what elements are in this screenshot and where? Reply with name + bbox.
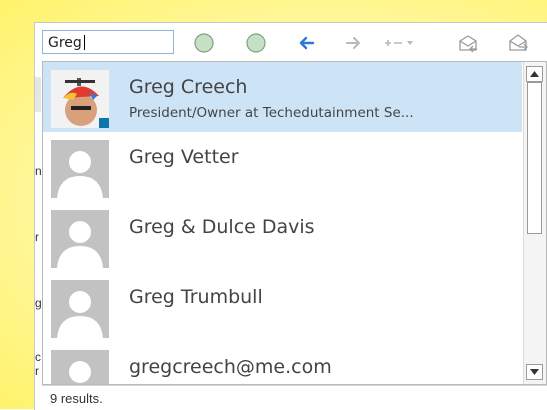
linkedin-badge-icon bbox=[99, 118, 109, 128]
scroll-up-button[interactable] bbox=[526, 66, 543, 82]
person-placeholder-icon bbox=[51, 350, 109, 384]
dash-dropdown-icon[interactable] bbox=[382, 31, 416, 55]
contact-name: Greg Vetter bbox=[129, 146, 239, 168]
contact-title: President/Owner at Techedutainment Se... bbox=[129, 105, 414, 121]
caret-down-icon bbox=[530, 369, 539, 375]
text-caret bbox=[83, 35, 85, 50]
envelope-open-icon[interactable] bbox=[506, 31, 530, 55]
left-edge-text: r bbox=[35, 230, 39, 244]
left-edge-text: g bbox=[35, 296, 42, 310]
left-edge-text: n bbox=[35, 164, 42, 178]
search-value: Greg bbox=[48, 35, 82, 51]
result-item[interactable]: Greg Creech President/Owner at Techeduta… bbox=[43, 62, 522, 132]
search-input[interactable]: Greg bbox=[42, 30, 174, 54]
results-status-bar: 9 results. bbox=[42, 385, 547, 409]
result-item[interactable]: Greg Vetter bbox=[43, 132, 522, 202]
person-placeholder-icon bbox=[51, 210, 109, 268]
contact-name: Greg & Dulce Davis bbox=[129, 216, 315, 238]
forward-arrow-icon[interactable] bbox=[341, 31, 365, 55]
circle-icon[interactable] bbox=[244, 31, 268, 55]
result-item[interactable]: Greg & Dulce Davis bbox=[43, 202, 522, 272]
contact-name: Greg Creech bbox=[129, 76, 248, 98]
left-edge-text: r bbox=[35, 364, 39, 378]
left-edge-fragment bbox=[35, 77, 41, 112]
results-dropdown: Greg Creech President/Owner at Techeduta… bbox=[42, 61, 547, 385]
contact-name: gregcreech@me.com bbox=[129, 356, 332, 378]
scrollbar[interactable] bbox=[523, 62, 546, 384]
caret-up-icon bbox=[530, 71, 539, 77]
back-arrow-icon[interactable] bbox=[295, 31, 319, 55]
results-count: 9 results. bbox=[50, 391, 103, 406]
scroll-down-button[interactable] bbox=[526, 364, 543, 380]
envelope-reply-icon[interactable] bbox=[456, 31, 480, 55]
person-placeholder-icon bbox=[51, 280, 109, 338]
contact-photo bbox=[51, 70, 109, 128]
circle-icon[interactable] bbox=[192, 31, 216, 55]
toolbar: Greg bbox=[40, 27, 547, 59]
scroll-thumb[interactable] bbox=[527, 82, 542, 234]
result-item[interactable]: Greg Trumbull bbox=[43, 272, 522, 342]
left-edge-text: c bbox=[35, 350, 41, 364]
person-placeholder-icon bbox=[51, 140, 109, 198]
contact-name: Greg Trumbull bbox=[129, 286, 263, 308]
result-item[interactable]: gregcreech@me.com bbox=[43, 342, 522, 384]
